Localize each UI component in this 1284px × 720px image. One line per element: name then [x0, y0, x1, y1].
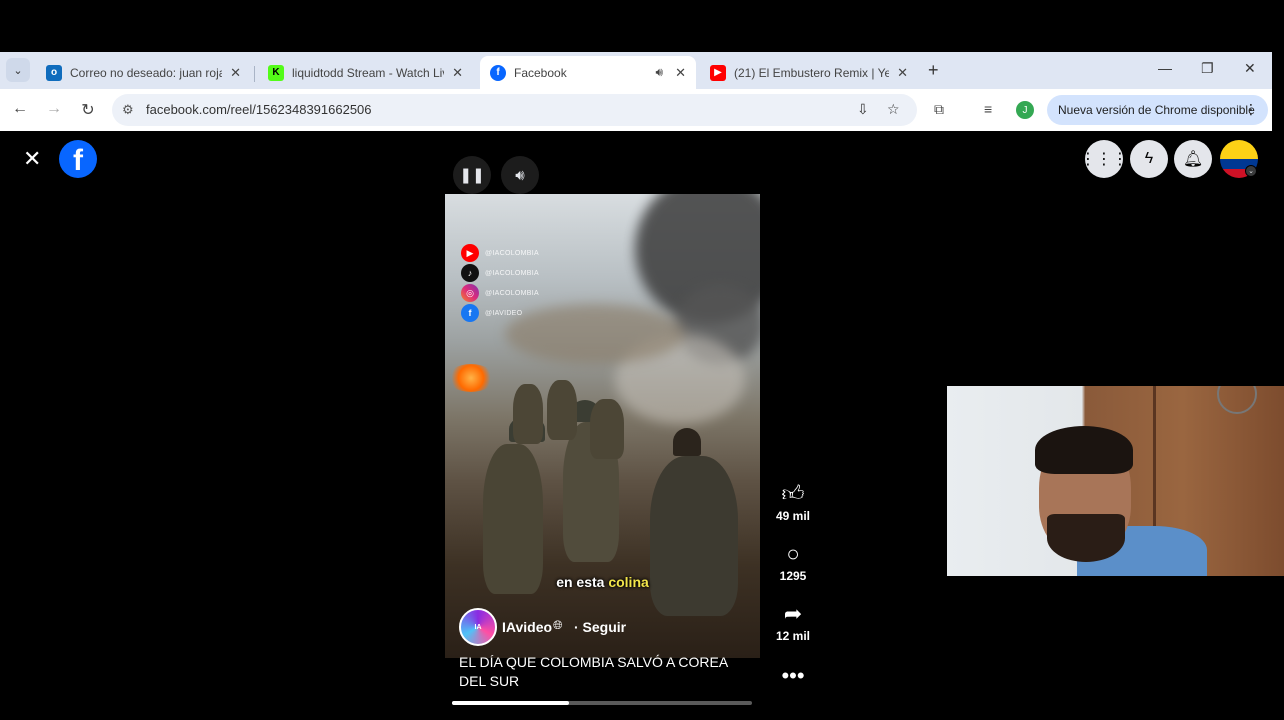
close-tab-icon[interactable]: ✕ — [675, 65, 686, 81]
media-control-icon[interactable]: ≡ — [984, 101, 992, 117]
soldier — [513, 384, 543, 444]
person-beard — [1047, 514, 1125, 562]
progress-fill — [452, 701, 569, 705]
instagram-icon: ◎ — [461, 284, 479, 302]
notifications-bell-icon[interactable]: 🔔︎ — [1174, 140, 1212, 178]
webcam-overlay — [947, 386, 1284, 576]
author-name[interactable]: IAvideo — [502, 619, 552, 635]
youtube-icon: ▶ — [710, 64, 726, 81]
close-icon[interactable]: ✕ — [23, 146, 41, 172]
pause-icon[interactable]: ❚❚ — [453, 156, 491, 194]
reel-title: EL DÍA QUE COLOMBIA SALVÓ A COREA DEL SU… — [459, 654, 728, 689]
volume-icon[interactable]: 🔊︎ — [501, 156, 539, 194]
watermark-handle: @IACOLOMBIA — [485, 289, 539, 297]
restore-icon[interactable]: ❐ — [1201, 60, 1214, 77]
tab-title: liquidtodd Stream - Watch Live — [292, 65, 445, 80]
more-options-button[interactable]: ••• — [770, 664, 816, 688]
browser-toolbar: ← → ↻ ⚙︎ facebook.com/reel/1562348391662… — [0, 89, 1272, 131]
tab-search-chevron-icon[interactable]: ⌄ — [6, 58, 30, 82]
instagram-watermark: ◎ @IACOLOMBIA — [461, 284, 539, 302]
tiktok-icon: ♪ — [461, 264, 479, 282]
reel-video[interactable]: ▶ @IACOLOMBIA ♪ @IACOLOMBIA ◎ @IACOLOMBI… — [445, 194, 760, 658]
caption-highlight: colina — [608, 574, 649, 590]
like-count: 49 mil — [775, 509, 811, 523]
share-count: 12 mil — [775, 629, 811, 643]
share-button[interactable]: ➦ 12 mil — [770, 601, 816, 644]
video-caption: en esta colina — [445, 574, 760, 590]
tab-divider — [254, 66, 255, 82]
site-info-icon[interactable]: ⚙︎ — [122, 102, 134, 118]
bookmark-star-icon[interactable]: ☆ — [887, 101, 900, 118]
close-tab-icon[interactable]: ✕ — [230, 65, 241, 81]
youtube-watermark: ▶ @IACOLOMBIA — [461, 244, 539, 262]
update-label: Nueva versión de Chrome disponible — [1058, 103, 1255, 117]
video-progress-bar[interactable] — [452, 701, 752, 705]
new-tab-icon[interactable]: + — [928, 60, 939, 81]
more-vertical-icon[interactable]: ⋮ — [1244, 101, 1258, 118]
follow-button[interactable]: · Seguir — [574, 619, 626, 635]
chevron-down-icon[interactable]: ⌄ — [1245, 165, 1257, 177]
tab-kick[interactable]: K liquidtodd Stream - Watch Live ✕ — [258, 56, 473, 89]
soldier-head — [673, 428, 701, 456]
comment-button[interactable]: ○ 1295 — [770, 541, 816, 584]
hill — [505, 304, 685, 364]
reload-icon[interactable]: ↻ — [78, 100, 98, 120]
tab-facebook[interactable]: f Facebook 🔊︎ ✕ — [480, 56, 696, 89]
soldier — [483, 444, 543, 594]
tab-strip: ⌄ o Correo no deseado: juan rojas ✕ K li… — [0, 52, 1272, 89]
outlook-icon: o — [46, 64, 62, 81]
minimize-icon[interactable]: — — [1158, 60, 1172, 76]
menu-grid-icon[interactable]: ⋮⋮⋮ — [1080, 140, 1128, 178]
comment-bubble-icon: ○ — [786, 541, 800, 566]
close-window-icon[interactable]: ✕ — [1244, 60, 1256, 77]
tab-youtube[interactable]: ▶ (21) El Embustero Remix | Yeiso ✕ — [700, 56, 918, 89]
tiktok-watermark: ♪ @IACOLOMBIA — [461, 264, 539, 282]
tab-title: Correo no deseado: juan rojas — [70, 65, 223, 80]
chrome-update-button[interactable]: Nueva versión de Chrome disponible ⋮ — [1047, 95, 1268, 125]
comment-count: 1295 — [779, 569, 807, 583]
facebook-watermark: f @IAVIDEO — [461, 304, 522, 322]
facebook-logo-icon[interactable]: f — [59, 140, 97, 178]
back-icon[interactable]: ← — [10, 100, 30, 118]
watermark-handle: @IACOLOMBIA — [485, 249, 539, 257]
like-button[interactable]: 👍︎ 49 mil — [770, 481, 816, 524]
soldier — [650, 456, 738, 616]
globe-icon: 🌐︎ — [553, 618, 563, 632]
kick-icon: K — [268, 64, 284, 81]
close-tab-icon[interactable]: ✕ — [452, 65, 463, 81]
watermark-handle: @IAVIDEO — [485, 309, 523, 317]
facebook-icon: f — [461, 304, 479, 322]
messenger-icon[interactable]: ϟ — [1130, 140, 1168, 178]
address-bar[interactable]: ⚙︎ facebook.com/reel/1562348391662506 ⇩ … — [112, 94, 917, 126]
more-horizontal-icon: ••• — [781, 663, 805, 688]
soldier — [590, 399, 624, 459]
person-hair — [1035, 426, 1133, 474]
share-arrow-icon: ➦ — [783, 601, 803, 626]
tab-title: Facebook — [514, 65, 567, 80]
forward-icon[interactable]: → — [44, 100, 64, 118]
close-tab-icon[interactable]: ✕ — [897, 65, 908, 81]
caption-text: en esta — [556, 574, 605, 590]
url-text[interactable]: facebook.com/reel/1562348391662506 — [146, 102, 372, 117]
speaker-icon[interactable]: 🔊︎ — [656, 65, 664, 80]
explosion-fire — [447, 364, 495, 392]
facebook-icon: f — [490, 64, 506, 81]
tab-outlook[interactable]: o Correo no deseado: juan rojas ✕ — [36, 56, 251, 89]
extensions-icon[interactable]: ⧉ — [934, 101, 944, 118]
soldier — [547, 380, 577, 440]
thumbs-up-icon: 👍︎ — [781, 481, 805, 506]
profile-avatar[interactable]: J — [1016, 101, 1034, 119]
install-app-icon[interactable]: ⇩ — [857, 101, 869, 118]
tab-title: (21) El Embustero Remix | Yeiso — [734, 65, 890, 80]
youtube-icon: ▶ — [461, 244, 479, 262]
author-avatar[interactable]: IA — [459, 608, 497, 646]
watermark-handle: @IACOLOMBIA — [485, 269, 539, 277]
ring-object — [1217, 386, 1257, 414]
